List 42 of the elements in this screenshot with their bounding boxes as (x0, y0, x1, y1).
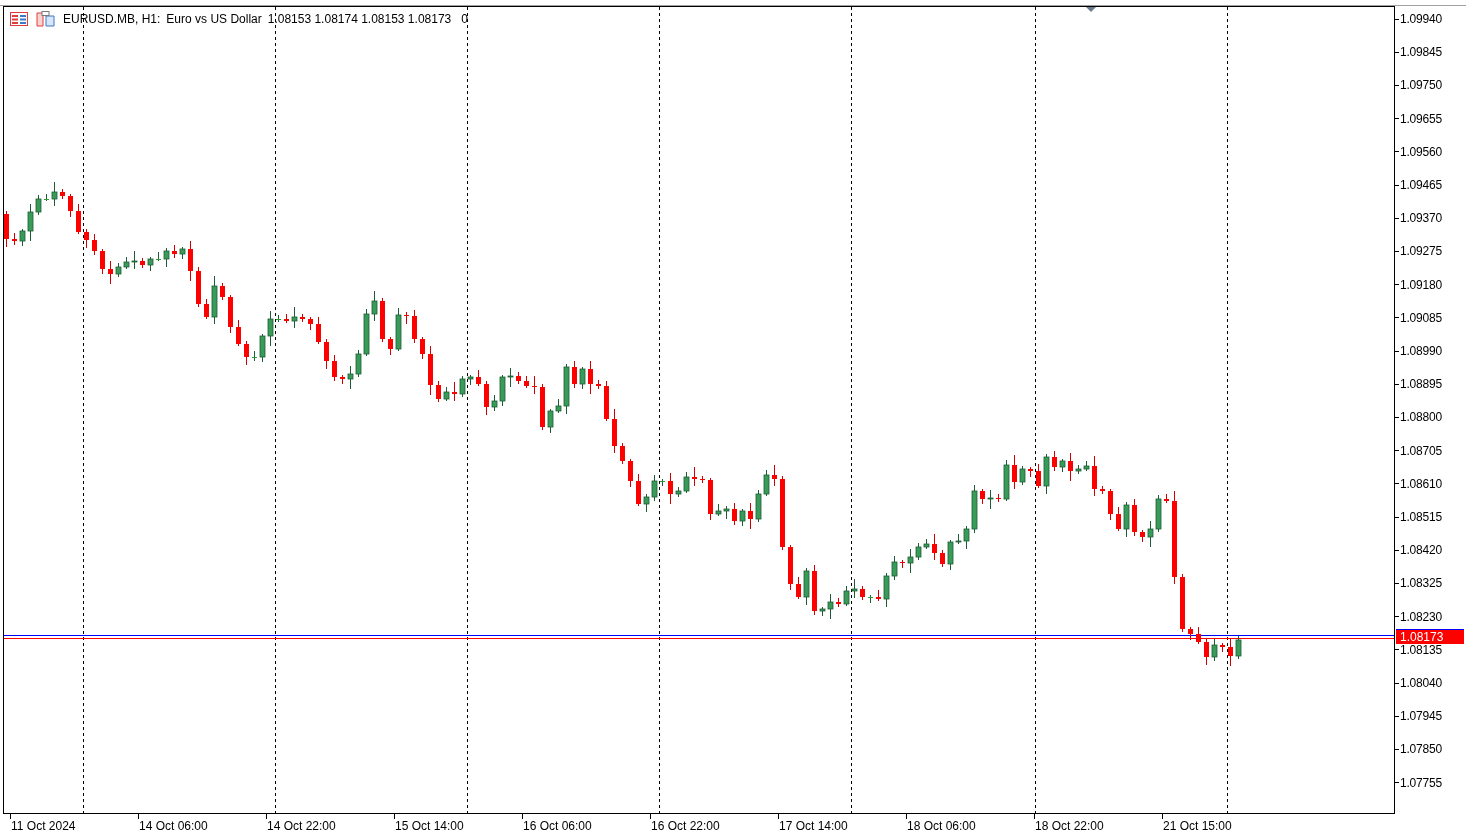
price-label: 1.09370 (1399, 211, 1442, 226)
price-label: 1.08325 (1399, 576, 1442, 591)
time-label: 14 Oct 06:00 (139, 819, 208, 833)
price-label: 1.09750 (1399, 78, 1442, 93)
price-label: 1.07755 (1399, 775, 1442, 790)
time-label: 15 Oct 14:00 (395, 819, 464, 833)
price-label: 1.09275 (1399, 244, 1442, 259)
time-label: 16 Oct 06:00 (523, 819, 592, 833)
price-label: 1.08895 (1399, 377, 1442, 392)
price-label: 1.09560 (1399, 144, 1442, 159)
triangle-marker-icon[interactable] (1086, 7, 1096, 12)
price-label: 1.08230 (1399, 609, 1442, 624)
price-label: 1.07945 (1399, 709, 1442, 724)
current-price-label: 1.08173 (1396, 630, 1464, 644)
table-icon[interactable] (10, 12, 28, 26)
price-label: 1.09085 (1399, 310, 1442, 325)
price-label: 1.08135 (1399, 642, 1442, 657)
shapes-icon[interactable] (36, 11, 55, 27)
price-label: 1.08800 (1399, 410, 1442, 425)
price-label: 1.08610 (1399, 476, 1442, 491)
price-label: 1.07850 (1399, 742, 1442, 757)
chart-title: EURUSD.MB, H1: (63, 12, 161, 26)
price-label: 1.09845 (1399, 45, 1442, 60)
price-label: 1.08420 (1399, 543, 1442, 558)
price-label: 1.08515 (1399, 510, 1442, 524)
price-label: 1.09655 (1399, 111, 1442, 126)
time-label: 14 Oct 22:00 (267, 819, 336, 833)
price-label: 1.08990 (1399, 344, 1442, 358)
price-label: 1.09940 (1399, 12, 1442, 26)
time-label: 18 Oct 06:00 (907, 819, 976, 833)
price-label: 1.08040 (1399, 676, 1442, 690)
time-label: 11 Oct 2024 (11, 819, 76, 833)
time-label: 16 Oct 22:00 (651, 819, 720, 833)
time-label: 21 Oct 15:00 (1163, 819, 1232, 833)
time-label: 17 Oct 14:00 (779, 819, 848, 833)
tick-volume: 0 (461, 12, 468, 26)
price-label: 1.09465 (1399, 178, 1442, 192)
ohlc-values: 1.08153 1.08174 1.08153 1.08173 (267, 12, 452, 26)
price-label: 1.08705 (1399, 443, 1442, 458)
time-label: 18 Oct 22:00 (1035, 819, 1104, 833)
symbol-description: Euro vs US Dollar (166, 12, 262, 26)
price-label: 1.09180 (1399, 277, 1442, 292)
